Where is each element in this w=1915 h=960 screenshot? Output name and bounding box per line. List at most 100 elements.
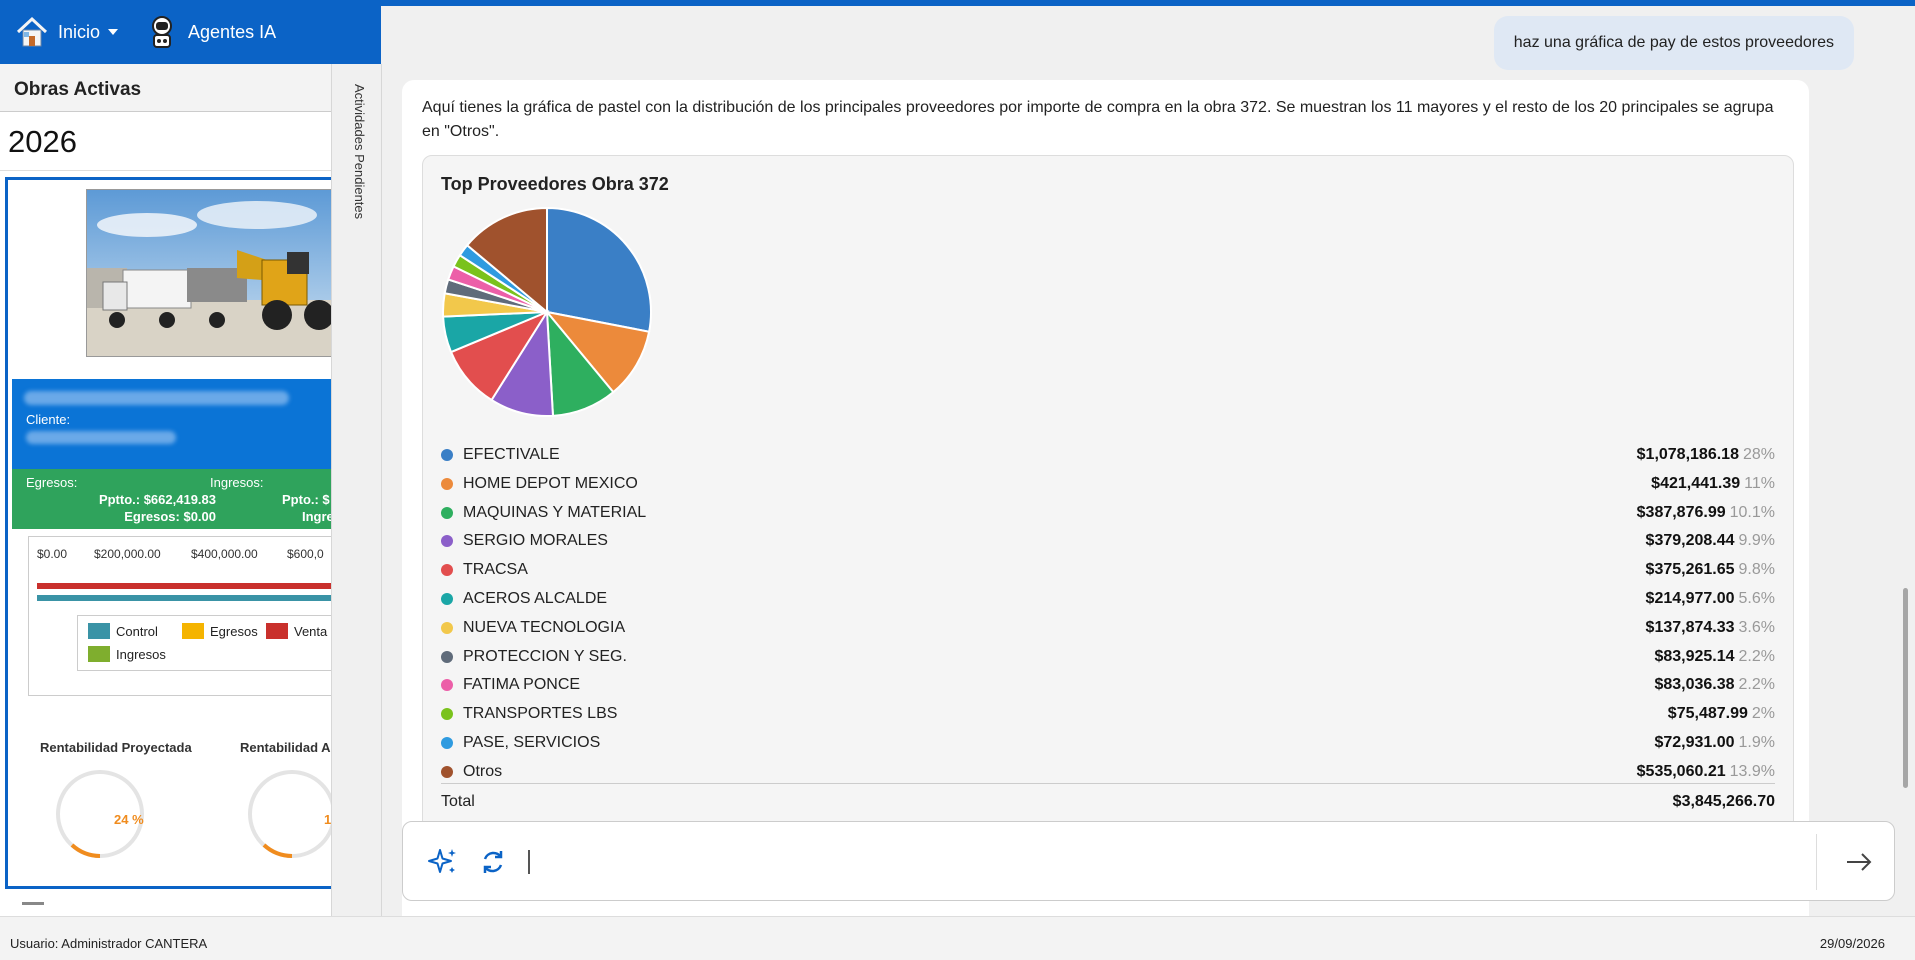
send-arrow-icon[interactable] xyxy=(1843,846,1875,878)
projected-profit-label: Rentabilidad Proyectada xyxy=(40,740,192,755)
refresh-icon[interactable] xyxy=(477,846,509,878)
legend-supplier-name: NUEVA TECNOLOGIA xyxy=(463,618,626,636)
projected-profit-value: 24 % xyxy=(114,812,144,827)
venta-bar xyxy=(37,583,331,589)
legend-item-egresos: Egresos xyxy=(182,623,258,639)
client-label: Cliente: xyxy=(26,412,71,427)
legend-supplier-name: HOME DEPOT MEXICO xyxy=(463,474,638,492)
total-row: Total $3,845,266.70 xyxy=(441,793,1775,811)
legend-amount: $72,931.00 xyxy=(1654,734,1735,751)
pie-slice[interactable] xyxy=(546,206,652,333)
ingresos-label: Ingresos: xyxy=(210,475,264,490)
ingresos-right: Ingre xyxy=(302,509,332,524)
house-icon xyxy=(16,16,48,47)
home-menu-label: Inicio xyxy=(58,21,101,42)
total-value: $3,845,266.70 xyxy=(1672,793,1775,810)
legend-amount: $1,078,186.18 xyxy=(1636,446,1739,463)
home-menu-button[interactable]: Inicio xyxy=(14,14,119,50)
legend-percent: 9.9% xyxy=(1738,532,1775,550)
legend-row: PROTECCION Y SEG. $83,925.14 2.2% xyxy=(441,643,1775,671)
legend-dot xyxy=(441,708,453,721)
message-input[interactable] xyxy=(528,850,530,874)
agents-ai-button[interactable]: Agentes IA xyxy=(144,14,276,50)
assistant-message-text: Aquí tienes la gráfica de pastel con la … xyxy=(422,99,1774,140)
legend-dot xyxy=(441,765,453,778)
legend-supplier-name: PROTECCION Y SEG. xyxy=(463,647,627,665)
blurred-work-name xyxy=(24,391,289,405)
legend-row: TRACSA $375,261.65 9.8% xyxy=(441,556,1775,584)
axis-tick: $600,0 xyxy=(287,547,324,561)
top-nav-bar: Inicio Agentes IA xyxy=(0,0,381,64)
legend-row: TRANSPORTES LBS $75,487.99 2% xyxy=(441,700,1775,728)
egresos-left: Egresos: $0.00 xyxy=(124,509,216,524)
legend-percent: 2.2% xyxy=(1738,647,1775,665)
legend-dot xyxy=(441,477,453,490)
finance-summary-band: Egresos: Ingresos: Pptto.: $662,419.83 E… xyxy=(12,469,332,529)
legend-amount: $83,036.38 xyxy=(1654,676,1735,694)
legend-dot xyxy=(441,650,453,663)
minimize-icon[interactable] xyxy=(22,902,44,905)
axis-tick: $0.00 xyxy=(37,547,68,561)
finance-bar-chart: $0.00 $200,000.00 $400,000.00 $600,0 Con… xyxy=(28,536,331,696)
legend-supplier-name: FATIMA PONCE xyxy=(463,676,581,694)
legend-percent: 2% xyxy=(1751,705,1775,723)
pending-activities-tab[interactable]: Actividades Pendientes xyxy=(332,64,382,916)
chart-legend: Control Egresos Venta Ingresos xyxy=(77,615,331,671)
status-bar: Usuario: Administrador CANTERA 29/09/202… xyxy=(0,916,1915,960)
legend-item-ingresos: Ingresos xyxy=(88,646,166,662)
blurred-client-name xyxy=(26,431,176,444)
legend-row: SERGIO MORALES $379,208.44 9.9% xyxy=(441,527,1775,555)
control-bar xyxy=(37,595,331,601)
chat-input-bar[interactable] xyxy=(402,821,1895,901)
legend-percent: 9.8% xyxy=(1738,561,1775,579)
chevron-down-icon xyxy=(108,29,119,35)
axis-tick: $200,000.00 xyxy=(94,547,161,561)
axis-tick: $400,000.00 xyxy=(191,547,258,561)
legend-dot xyxy=(441,564,453,577)
legend-amount: $75,487.99 xyxy=(1667,705,1748,723)
legend-amount: $375,261.65 xyxy=(1645,561,1735,579)
legend-row: MAQUINAS Y MATERIAL $387,876.99 10.1% xyxy=(441,499,1775,527)
legend-item-control: Control xyxy=(88,623,158,639)
legend-dot xyxy=(441,449,453,461)
legend-supplier-name: TRANSPORTES LBS xyxy=(463,705,618,723)
legend-dot xyxy=(441,737,453,749)
legend-amount: $387,876.99 xyxy=(1636,503,1726,521)
agents-ai-label: Agentes IA xyxy=(188,21,277,42)
legend-percent: 13.9% xyxy=(1729,762,1775,780)
legend-percent: 10.1% xyxy=(1729,503,1775,521)
legend-supplier-name: SERGIO MORALES xyxy=(463,532,608,550)
budget-left: Pptto.: $662,419.83 xyxy=(98,492,216,507)
legend-amount: $137,874.33 xyxy=(1645,618,1735,636)
legend-supplier-name: EFECTIVALE xyxy=(463,446,560,463)
legend-supplier-name: Otros xyxy=(463,762,503,780)
legend-row: NUEVA TECNOLOGIA $137,874.33 3.6% xyxy=(441,614,1775,642)
legend-percent: 3.6% xyxy=(1738,618,1775,636)
sparkles-icon[interactable] xyxy=(427,846,459,878)
chart-title: Top Proveedores Obra 372 xyxy=(441,174,669,194)
legend-amount: $535,060.21 xyxy=(1636,762,1726,780)
chat-area: haz una gráfica de pay de estos proveedo… xyxy=(382,6,1915,960)
work-card[interactable]: Cliente: Egresos: Ingresos: Pptto.: $662… xyxy=(5,177,332,889)
legend-row: FATIMA PONCE $83,036.38 2.2% xyxy=(441,671,1775,699)
legend-supplier-name: ACEROS ALCALDE xyxy=(463,590,608,607)
chat-scrollbar[interactable] xyxy=(1903,588,1908,788)
legend-dot xyxy=(441,506,453,519)
pie-chart-card: Top Proveedores Obra 372 EFECTIVALE $1,07… xyxy=(422,155,1794,855)
legend-percent: 2.2% xyxy=(1738,676,1775,694)
egresos-label: Egresos: xyxy=(26,475,78,490)
input-divider xyxy=(1816,834,1817,890)
year-label: 2026 xyxy=(0,112,331,171)
budget-right: Ppto.: $ xyxy=(282,492,330,507)
legend-row: HOME DEPOT MEXICO $421,441.39 11% xyxy=(441,470,1775,498)
work-photo xyxy=(86,189,331,357)
total-label: Total xyxy=(441,793,475,810)
legend-row: PASE, SERVICIOS $72,931.00 1.9% xyxy=(441,729,1775,757)
active-works-panel: Obras Activas 2026 Cliente: Egresos: Ing… xyxy=(0,64,332,916)
legend-amount: $379,208.44 xyxy=(1645,532,1735,550)
legend-amount: $421,441.39 xyxy=(1651,474,1741,492)
legend-dot xyxy=(441,593,453,605)
status-user: Usuario: Administrador CANTERA xyxy=(10,936,208,951)
legend-amount: $214,977.00 xyxy=(1645,590,1735,607)
legend-row: EFECTIVALE $1,078,186.18 28% xyxy=(441,441,1775,469)
